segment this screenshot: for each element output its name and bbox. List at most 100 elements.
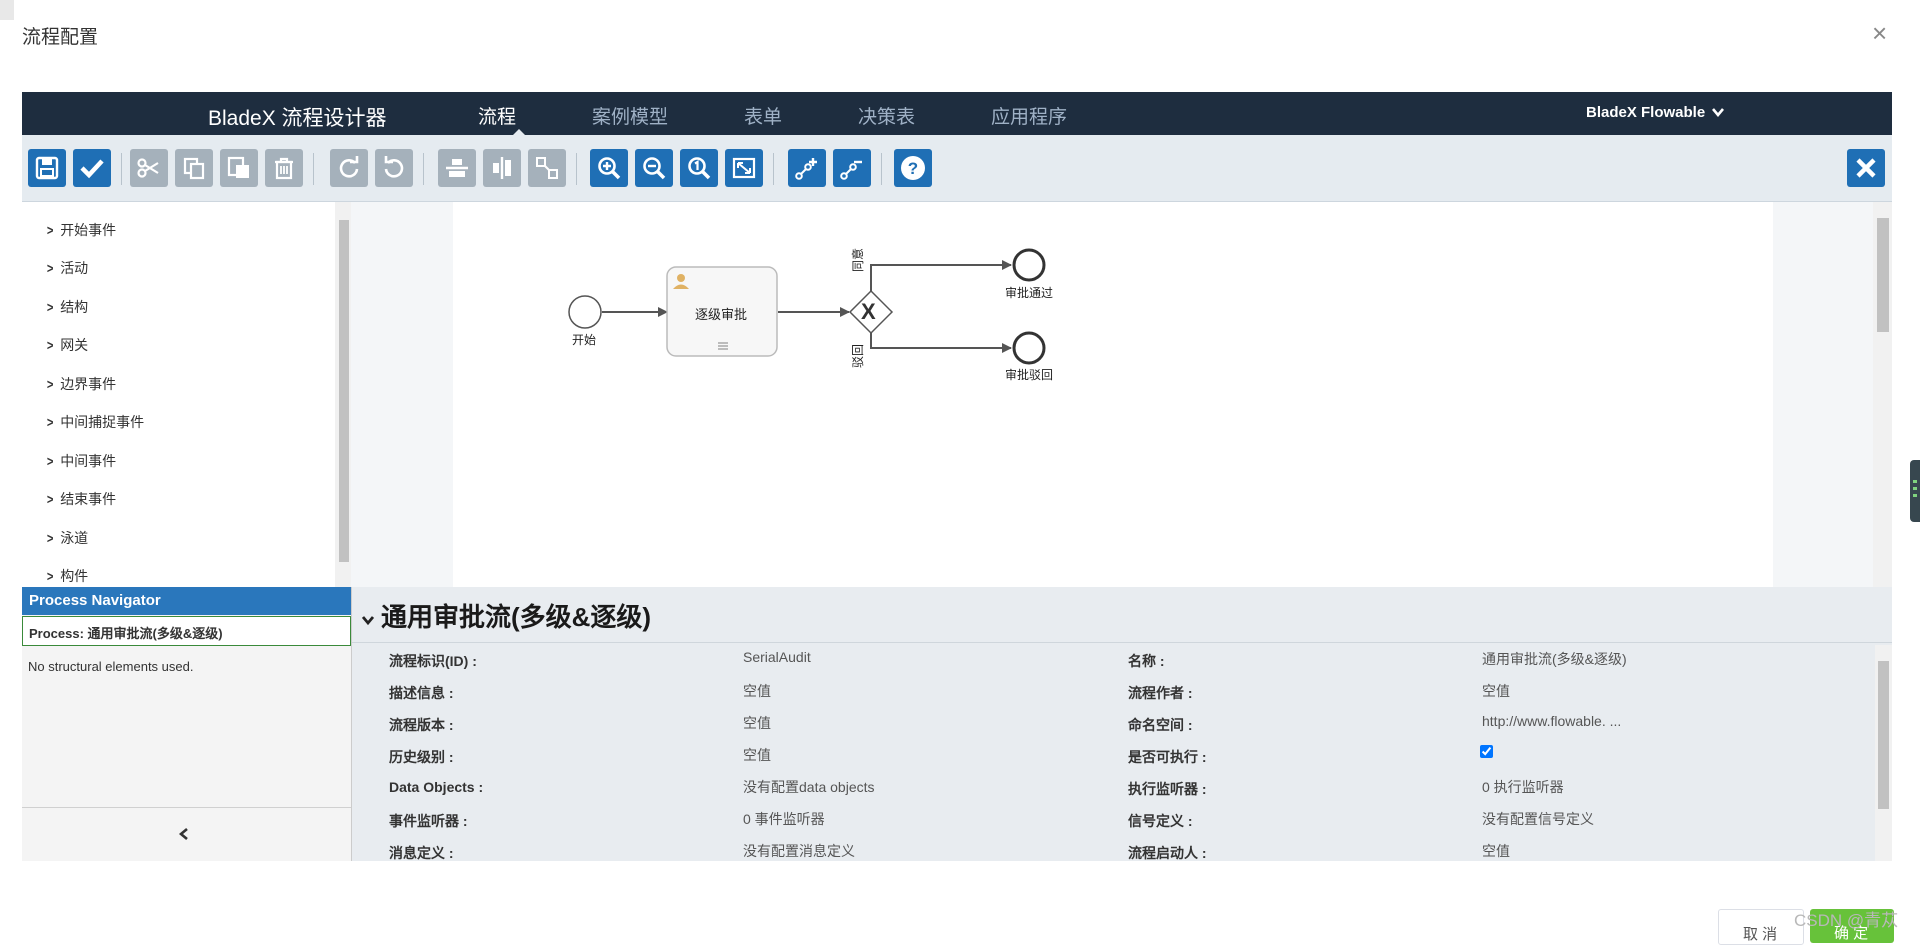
palette-group-activities[interactable]: > 活动 (46, 258, 88, 278)
same-size-button[interactable] (528, 149, 566, 187)
tab-process[interactable]: 流程 (478, 102, 516, 129)
toolbar-separator (313, 153, 314, 185)
palette-group-start-events[interactable]: > 开始事件 (46, 220, 116, 240)
help-icon: ? (901, 156, 925, 180)
prop-label-process-id: 流程标识(ID) : (389, 653, 477, 669)
redo-button[interactable] (330, 149, 368, 187)
palette-group-structural[interactable]: > 结构 (46, 297, 88, 317)
align-horizontal-button[interactable] (438, 149, 476, 187)
chevron-right-icon: > (46, 491, 54, 507)
palette-group-end-events[interactable]: > 结束事件 (46, 489, 116, 509)
close-editor-button[interactable] (1847, 149, 1885, 187)
prop-value-version[interactable]: 空值 (743, 713, 771, 733)
tab-forms[interactable]: 表单 (744, 102, 782, 129)
end-rejected-label: 审批驳回 (1005, 368, 1054, 382)
cut-button[interactable] (130, 149, 168, 187)
end-event-rejected[interactable] (1012, 331, 1046, 365)
toolbar-separator (121, 153, 122, 185)
save-button[interactable] (28, 149, 66, 187)
zoom-in-button[interactable] (590, 149, 628, 187)
side-drawer-handle[interactable] (1910, 460, 1920, 522)
remove-bendpoint-button[interactable] (833, 149, 871, 187)
properties-header[interactable]: 通用审批流(多级&逐级) (361, 597, 651, 634)
sequence-flow-reject[interactable] (870, 333, 1012, 353)
tab-case-model[interactable]: 案例模型 (592, 102, 668, 129)
prop-label-namespace: 命名空间 : (1128, 717, 1193, 733)
prop-value-process-initiator[interactable]: 空值 (1482, 841, 1510, 861)
executable-checkbox[interactable] (1480, 745, 1493, 758)
prop-value-history-level[interactable]: 空值 (743, 745, 771, 765)
prop-value-author[interactable]: 空值 (1482, 681, 1510, 701)
prop-value-signal-definitions[interactable]: 没有配置信号定义 (1482, 809, 1594, 829)
prop-value-event-listeners[interactable]: 0 事件监听器 (743, 809, 825, 829)
add-bendpoint-button[interactable] (788, 149, 826, 187)
toolbar-separator (423, 153, 424, 185)
gateway-x-icon: X (861, 299, 876, 324)
diagram-canvas[interactable]: 开始 逐级审批 X 同意 驳回 审批通过 审批驳回 (453, 202, 1773, 587)
toolbar-separator (576, 153, 577, 185)
prop-value-data-objects[interactable]: 没有配置data objects (743, 777, 875, 797)
properties-scrollbar[interactable] (1875, 645, 1892, 861)
palette-group-label: 泳道 (60, 530, 89, 546)
prop-label-history-level: 历史级别 : (389, 749, 454, 765)
cancel-button[interactable]: 取 消 (1718, 909, 1804, 945)
close-editor-icon (1856, 158, 1876, 178)
align-vertical-button[interactable] (483, 149, 521, 187)
chevron-right-icon: > (46, 260, 54, 276)
tab-apps[interactable]: 应用程序 (991, 102, 1067, 129)
prop-label-signal-definitions: 信号定义 : (1128, 813, 1193, 829)
palette-scroll-thumb[interactable] (339, 220, 349, 562)
prop-value-description[interactable]: 空值 (743, 681, 771, 701)
palette-group-label: 结束事件 (60, 491, 117, 507)
undo-button[interactable] (375, 149, 413, 187)
sequence-flow-approve[interactable] (870, 260, 1012, 291)
prop-value-process-id[interactable]: SerialAudit (743, 649, 811, 665)
palette-group-swimlanes[interactable]: > 泳道 (46, 528, 88, 548)
handle-grip-mark (1913, 494, 1917, 497)
palette-group-label: 构件 (60, 568, 89, 584)
delete-button[interactable] (265, 149, 303, 187)
account-menu-label: BladeX Flowable (1586, 104, 1706, 121)
copy-button[interactable] (175, 149, 213, 187)
tab-decision-tables[interactable]: 决策表 (858, 102, 915, 129)
prop-value-namespace[interactable]: http://www.flowable. ... (1482, 713, 1621, 729)
prop-label-message-definitions: 消息定义 : (389, 845, 454, 861)
paste-icon (227, 156, 249, 178)
handle-grip-mark (1913, 487, 1917, 490)
zoom-fit-button[interactable] (725, 149, 763, 187)
zoom-out-button[interactable] (635, 149, 673, 187)
prop-value-execution-listeners[interactable]: 0 执行监听器 (1482, 777, 1564, 797)
palette-scrollbar[interactable] (335, 202, 351, 587)
validate-button[interactable] (73, 149, 111, 187)
toolbar-separator (773, 153, 774, 185)
palette-group-gateways[interactable]: > 网关 (46, 335, 88, 355)
prop-label-executable: 是否可执行 : (1128, 749, 1207, 765)
navigator-process-item[interactable]: Process: 通用审批流(多级&逐级) (22, 616, 351, 646)
designer-brand: BladeX 流程设计器 (208, 107, 387, 130)
properties-scroll-thumb[interactable] (1878, 661, 1889, 809)
palette-group-intermediate-events[interactable]: > 中间事件 (46, 451, 116, 471)
zoom-actual-icon (688, 157, 711, 180)
end-event-approved[interactable] (1012, 248, 1046, 282)
remove-bendpoint-icon (840, 160, 862, 180)
help-button[interactable]: ? (894, 149, 932, 187)
delete-icon (275, 157, 293, 180)
chevron-right-icon: > (46, 568, 54, 584)
palette-group-boundary-events[interactable]: > 边界事件 (46, 374, 116, 394)
account-menu[interactable]: BladeX Flowable (1586, 104, 1725, 121)
toolbar-separator (881, 153, 882, 185)
palette-group-label: 开始事件 (60, 222, 117, 238)
prop-value-name[interactable]: 通用审批流(多级&逐级) (1482, 649, 1627, 669)
palette-group-intermediate-catch-events[interactable]: > 中间捕捉事件 (46, 412, 144, 432)
zoom-actual-button[interactable] (680, 149, 718, 187)
prop-value-message-definitions[interactable]: 没有配置消息定义 (743, 841, 855, 861)
process-navigator: Process Navigator Process: 通用审批流(多级&逐级) … (22, 587, 352, 861)
navigator-empty-text: No structural elements used. (28, 659, 194, 674)
palette-group-artifacts[interactable]: > 构件 (46, 566, 88, 586)
start-event[interactable] (568, 295, 602, 329)
paste-button[interactable] (220, 149, 258, 187)
navigator-title: Process Navigator (29, 592, 161, 609)
dialog-close-button[interactable]: × (1872, 20, 1887, 46)
canvas-scroll-thumb[interactable] (1877, 218, 1889, 332)
collapse-navigator-button[interactable] (178, 825, 190, 846)
